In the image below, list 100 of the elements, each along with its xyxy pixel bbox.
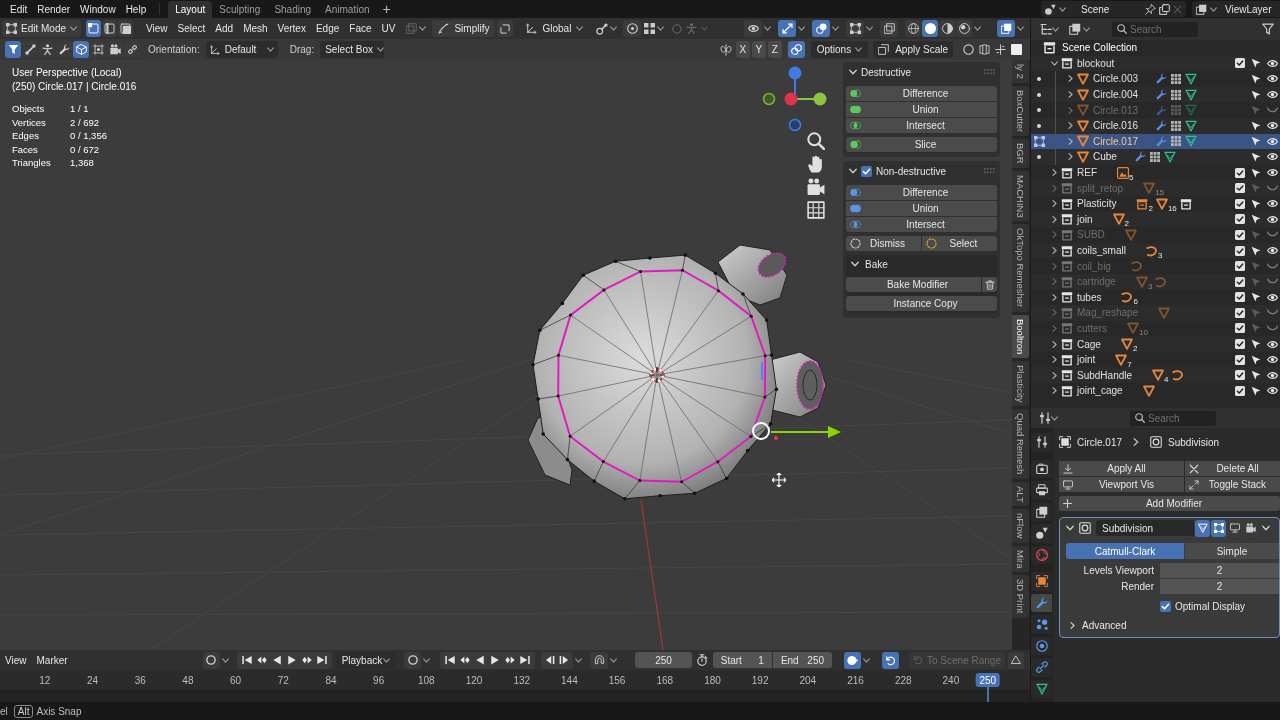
playhead[interactable]: 250 xyxy=(975,673,1001,687)
dot-icon[interactable] xyxy=(1037,123,1041,128)
play-icon[interactable] xyxy=(490,655,501,665)
select-arrow-icon[interactable] xyxy=(1251,339,1261,350)
select-arrow-icon[interactable] xyxy=(1251,136,1261,147)
eye-icon[interactable] xyxy=(1266,291,1278,303)
checkbox[interactable] xyxy=(1235,385,1245,396)
checkbox[interactable] xyxy=(1235,167,1245,178)
auto-merge-button[interactable] xyxy=(787,41,805,58)
magnet-button[interactable] xyxy=(590,651,609,669)
dismiss-button[interactable]: Dismiss xyxy=(846,236,921,251)
bake-modifier-button[interactable]: Bake Modifier xyxy=(846,277,981,292)
outliner-item-name[interactable]: Circle.017 xyxy=(1093,133,1139,149)
select-arrow-icon[interactable] xyxy=(1251,198,1261,209)
outliner-row[interactable]: SubdHandle 4 xyxy=(1031,367,1280,384)
intersect-button[interactable]: Intersect xyxy=(846,118,997,133)
eye-icon[interactable] xyxy=(1266,245,1278,256)
view-layer-selector[interactable]: ViewLayer xyxy=(1192,1,1280,17)
select-arrow-icon[interactable] xyxy=(1251,167,1261,178)
expand-caret-icon[interactable] xyxy=(1066,75,1074,83)
material-shading-button[interactable] xyxy=(939,20,955,37)
orientation-dropdown[interactable]: Default xyxy=(205,41,278,58)
add-workspace-button[interactable]: + xyxy=(382,2,391,16)
edit-mode-icon[interactable] xyxy=(1033,135,1045,147)
dot-icon[interactable] xyxy=(1037,92,1041,97)
subdivision-type-tab[interactable]: Catmull-Clark xyxy=(1066,543,1184,559)
expand-caret-icon[interactable] xyxy=(1066,122,1074,130)
previous-keyframe-icon[interactable] xyxy=(256,655,267,665)
solid-shading-button[interactable] xyxy=(922,20,938,37)
select-arrow-icon[interactable] xyxy=(1251,58,1261,69)
ring-handle-icon[interactable] xyxy=(596,22,609,35)
select-arrow-icon[interactable] xyxy=(1251,74,1261,84)
mirror-axis-toggle[interactable]: Z xyxy=(767,41,782,58)
workspace-tab[interactable]: Layout xyxy=(168,1,213,18)
properties-tab[interactable] xyxy=(1031,679,1052,698)
zoom-icon[interactable] xyxy=(807,132,825,150)
eye-icon[interactable] xyxy=(1266,151,1278,163)
select-arrow-icon[interactable] xyxy=(1251,354,1261,365)
sidebar-tab[interactable]: Mira xyxy=(1012,545,1029,573)
vertex-select-button[interactable] xyxy=(86,20,102,37)
search-field[interactable]: Search xyxy=(1130,410,1216,426)
play-icon[interactable] xyxy=(286,655,297,665)
overlay-button[interactable] xyxy=(812,20,830,37)
select-arrow-icon[interactable] xyxy=(1251,370,1261,381)
properties-tab[interactable] xyxy=(1031,524,1052,543)
bone-button[interactable] xyxy=(22,41,38,58)
select-arrow-icon[interactable] xyxy=(1251,214,1261,225)
instance-copy-button[interactable]: Instance Copy xyxy=(846,296,997,311)
properties-tab[interactable] xyxy=(1031,502,1052,521)
slice-button[interactable]: Slice xyxy=(846,137,997,152)
playback-dropdown[interactable]: Playback xyxy=(335,651,397,669)
filter-icon[interactable] xyxy=(1262,23,1274,35)
expand-caret-icon[interactable] xyxy=(1066,153,1074,161)
number-field[interactable]: 2 xyxy=(1160,579,1279,594)
copy-icon[interactable] xyxy=(1159,3,1170,15)
delete-all-button[interactable]: Delete All xyxy=(1185,461,1280,476)
properties-tab[interactable] xyxy=(1031,459,1052,478)
eye-icon[interactable] xyxy=(1266,385,1278,397)
eye-icon[interactable] xyxy=(1266,73,1278,85)
checkbox[interactable] xyxy=(1235,198,1245,209)
workspace-tab[interactable]: Animation xyxy=(318,1,377,18)
add-modifier-button[interactable]: Add Modifier xyxy=(1059,496,1280,511)
select-arrow-icon[interactable] xyxy=(1251,151,1261,162)
cube-button[interactable] xyxy=(73,41,89,58)
jump-start-icon[interactable] xyxy=(241,655,252,665)
viewport-vis-button[interactable]: Viewport Vis xyxy=(1059,477,1184,492)
simplify-button[interactable]: Simplify xyxy=(432,20,496,37)
gizmo-button[interactable] xyxy=(778,20,796,37)
outliner-row[interactable]: Cage 2 xyxy=(1031,336,1280,352)
workspace-tab[interactable]: Shading xyxy=(267,1,319,18)
caret-icon[interactable] xyxy=(1262,524,1270,532)
view-layer-icon[interactable] xyxy=(1069,23,1081,35)
checkbox[interactable] xyxy=(1235,214,1245,225)
menu-item[interactable]: Render xyxy=(32,1,76,17)
menu-item[interactable]: Help xyxy=(120,1,152,17)
select-button[interactable]: Select xyxy=(922,236,997,251)
camera-icon[interactable] xyxy=(807,178,825,196)
collapse-button[interactable] xyxy=(1008,651,1024,669)
record-button[interactable] xyxy=(404,651,422,669)
menu-item[interactable]: Add xyxy=(210,21,239,36)
properties-tab[interactable] xyxy=(1031,593,1052,612)
mirror-axis-toggle[interactable]: Y xyxy=(751,41,766,58)
wireframe-shading-button[interactable] xyxy=(905,20,921,37)
keying-set-button[interactable] xyxy=(844,651,862,669)
sidebar-tab[interactable]: ALT xyxy=(1012,481,1029,507)
expand-caret-icon[interactable] xyxy=(1050,247,1058,254)
step-back-icon[interactable] xyxy=(545,655,556,665)
cage-icon[interactable] xyxy=(979,44,990,55)
face-select-button[interactable] xyxy=(118,20,134,37)
menu-item[interactable]: View xyxy=(0,652,32,668)
rendered-shading-button[interactable] xyxy=(956,20,972,37)
visibility-button[interactable] xyxy=(744,20,762,37)
menu-item[interactable]: Edit xyxy=(5,1,33,17)
properties-tab[interactable] xyxy=(1031,615,1052,634)
sidebar-tab[interactable]: Quad Remesh xyxy=(1012,409,1029,479)
eye-icon[interactable] xyxy=(1266,213,1278,225)
properties-tab[interactable] xyxy=(1031,481,1052,500)
figure-icon[interactable] xyxy=(686,23,698,34)
menu-item[interactable]: Edge xyxy=(310,21,345,36)
expand-caret-icon[interactable] xyxy=(1050,387,1058,395)
